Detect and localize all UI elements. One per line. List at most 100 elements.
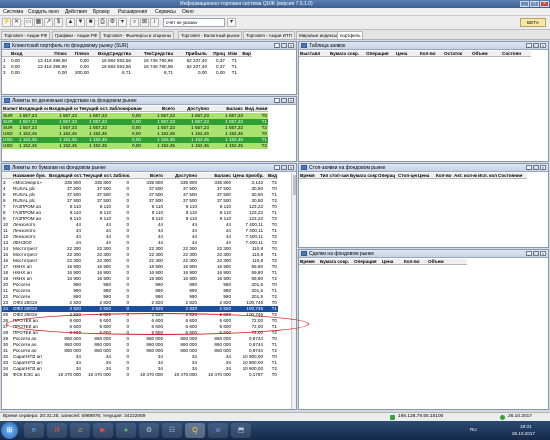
column-header: Доступно (187, 106, 209, 111)
column-header: Вид лимита (245, 106, 268, 111)
taskbar-chrome[interactable]: ● (116, 423, 136, 438)
header-row[interactable]: Выставл Бумага сокр. Операция Цена Кол-во Ост… (299, 51, 531, 57)
tab-itp[interactable]: Торговля - Акции ИТП (243, 31, 295, 39)
menu-actions[interactable]: Действия (65, 9, 87, 15)
table-row[interactable]: 35 ФСК ЕЭС ао 19 470 000 19 470 000 0 19 470 … (2, 372, 278, 378)
column-header: Входящий ост. (49, 106, 78, 111)
close-icon[interactable]: × (288, 43, 294, 48)
column-header: Баланс (214, 173, 231, 178)
close-icon[interactable]: × (288, 98, 294, 103)
header-row[interactable]: Время Тип стоп-заяв.Бумага сокр.ОперацСто… (299, 173, 527, 179)
close-button[interactable]: × (540, 1, 549, 7)
window-icon (301, 165, 307, 170)
column-header: ТекСредства (143, 51, 173, 56)
taskbar-settings[interactable]: ⚙ (139, 423, 159, 438)
chevron-down-icon[interactable]: ▾ (227, 18, 236, 27)
table-cell: USD (3, 143, 13, 148)
table-cell: 19 470 000 (208, 372, 231, 377)
close-icon[interactable]: × (288, 165, 294, 170)
taskbar-yandex[interactable]: Я (47, 423, 67, 438)
start-button[interactable]: ⊞ (1, 422, 18, 439)
taskbar-quik[interactable]: Q (185, 423, 205, 438)
tab-world-indexes[interactable]: Мировые индексы (296, 31, 341, 39)
money-limits-window-title: Лимиты по денежным средствам на фондовом… (2, 97, 296, 105)
minimize-button[interactable]: _ (520, 1, 529, 7)
close-icon[interactable]: × (540, 165, 546, 170)
taskbar-window[interactable]: ⬒ (231, 423, 251, 438)
connect-icon[interactable]: ⚡ (2, 18, 11, 27)
table-cell: 8,71 (164, 70, 173, 75)
chart-icon[interactable]: ↗ (44, 18, 53, 27)
minimize-icon[interactable]: _ (274, 43, 280, 48)
stop-icon[interactable]: ■ (86, 18, 95, 27)
tab-charts-stocks[interactable]: Графики - Акции РФ (52, 31, 101, 39)
table-cell: 19 470 000 (174, 372, 197, 377)
table-cell: 200,00 (74, 70, 89, 75)
table-cell: ФСК ЕЭС ао (13, 372, 40, 377)
clock-time[interactable]: 19:31 (520, 424, 532, 429)
menu-window[interactable]: Окно (182, 9, 194, 15)
maximize-icon[interactable]: □ (533, 251, 539, 256)
tab-portfolio[interactable]: портфель (337, 31, 364, 39)
language-indicator[interactable]: RU (470, 427, 477, 432)
order-icon[interactable]: $ (54, 18, 63, 27)
header-row[interactable]: ВалютаВходящий ост.Входящий ост.Текущий … (2, 106, 268, 112)
account-select[interactable]: счёт не указан (163, 18, 225, 27)
menu-extensions[interactable]: Расширения (118, 9, 147, 15)
header-row[interactable]: Время Бумага сокр. Операция Цена Кол-во Объем (299, 259, 467, 265)
column-header: Текущий ост. (83, 173, 112, 178)
taskbar-explorer[interactable]: ☷ (162, 423, 182, 438)
table-cell: 1 152,45 (225, 143, 243, 148)
clock-date[interactable]: 26.10.2017 (512, 431, 535, 436)
taskbar-media[interactable]: ♫ (70, 423, 90, 438)
menu-services[interactable]: Сервисы (155, 9, 176, 15)
new-window-icon[interactable]: ▭ (24, 18, 33, 27)
column-header (2, 51, 10, 57)
tab-futures[interactable]: Торговля - Фьючерсы и опционы (100, 31, 174, 39)
maximize-icon[interactable]: □ (533, 165, 539, 170)
maximize-icon[interactable]: □ (281, 98, 287, 103)
table-row[interactable]: USD 1 152,45 1 152,45 1 152,45 0,00 1 152,45 1… (2, 143, 268, 149)
maximize-icon[interactable]: □ (281, 43, 287, 48)
close-icon[interactable]: × (540, 251, 546, 256)
settings-icon[interactable]: ⚙ (108, 18, 117, 27)
minimize-icon[interactable]: _ (526, 251, 532, 256)
sell-icon[interactable]: ▼ (76, 18, 85, 27)
tab-fx[interactable]: Торговля - Валютный рынок (178, 31, 243, 39)
table-cell: 19 470 000 (88, 372, 111, 377)
taskbar-ie[interactable]: e (24, 423, 44, 438)
close-icon[interactable]: × (540, 43, 546, 48)
search-icon[interactable]: ⌕ (130, 18, 139, 27)
minimize-icon[interactable]: _ (526, 43, 532, 48)
connection-address: 195.128.79.55:15100 (398, 414, 444, 419)
menu-system[interactable]: Система (3, 9, 23, 15)
minimize-icon[interactable]: _ (526, 165, 532, 170)
disconnect-icon[interactable]: ✕ (12, 18, 21, 27)
maximize-icon[interactable]: □ (281, 165, 287, 170)
table-icon[interactable]: ▦ (34, 18, 43, 27)
minimize-icon[interactable]: _ (274, 98, 280, 103)
info-icon[interactable]: i (150, 18, 159, 27)
column-header: Время (300, 173, 315, 178)
column-header: Бумага сокр. (350, 173, 377, 178)
maximize-button[interactable]: □ (530, 1, 539, 7)
maximize-icon[interactable]: □ (533, 43, 539, 48)
stop-orders-window-title: Стоп-заявки на фондовом рынке _ □ × (299, 164, 548, 172)
filter-icon[interactable]: ▾ (118, 18, 127, 27)
portfolio-window-title: Клиентский портфель по фондовому рынку (… (2, 42, 296, 50)
tab-trade-stocks[interactable]: Торговля - Акции РФ (1, 31, 50, 39)
table-row[interactable]: 3 0,00 0,00 200,00 8,71 8,71 0,00 0,00 T1 (2, 70, 252, 76)
menu-create-window[interactable]: Создать окно (28, 9, 59, 15)
header-row[interactable]: Название бум. Входящий ост. Текущий ост. За… (2, 173, 278, 179)
table-cell: 1 152,45 (157, 143, 175, 148)
lock-icon[interactable]: ⊠ (140, 18, 149, 27)
taskbar-player[interactable]: ▶ (93, 423, 113, 438)
minimize-icon[interactable]: _ (274, 165, 280, 170)
taskbar-word[interactable]: w (208, 423, 228, 438)
header-row[interactable]: Вход Плюс Плечо ВходСредства ТекСредства Приб… (2, 51, 252, 57)
menu-broker[interactable]: Брокер (93, 9, 110, 15)
table-cell: 1 152,45 (19, 143, 37, 148)
vertical-scrollbar[interactable] (291, 173, 296, 409)
print-icon[interactable]: ⎙ (98, 18, 107, 27)
buy-icon[interactable]: ▲ (66, 18, 75, 27)
